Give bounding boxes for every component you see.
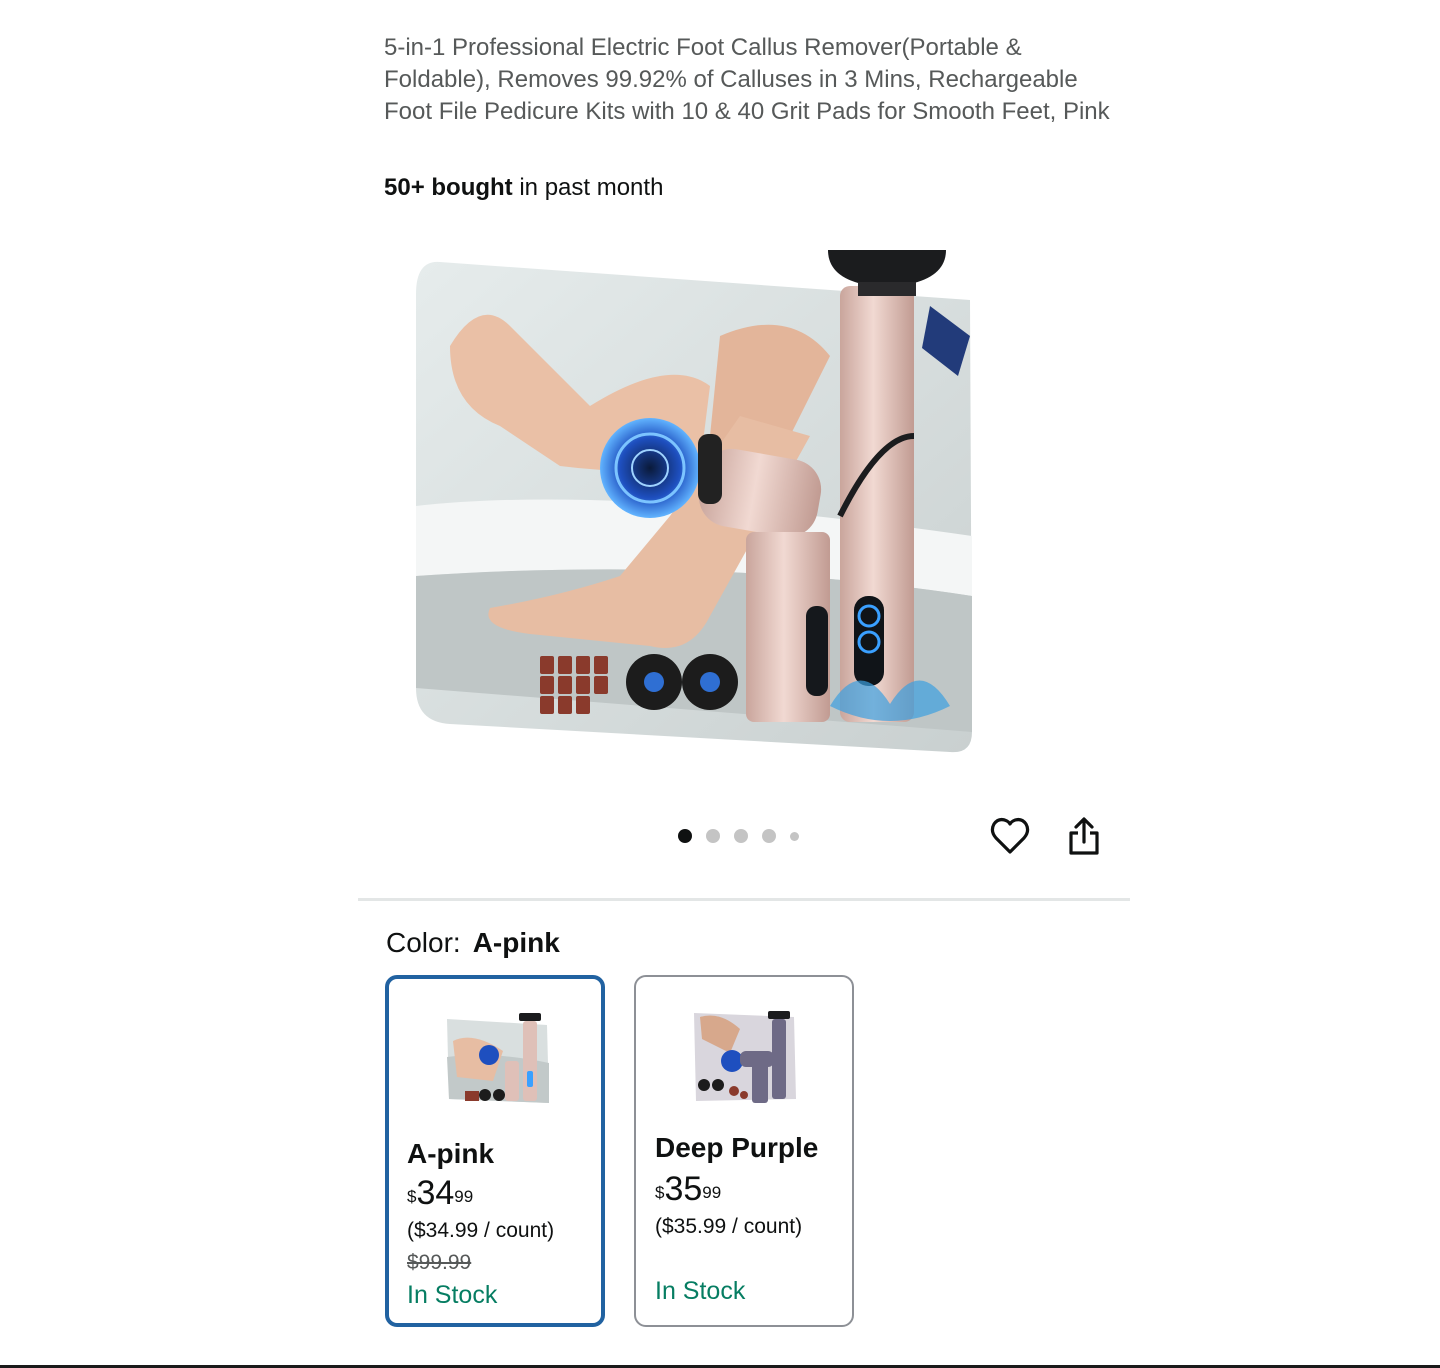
unit-price: ($34.99 / count): [407, 1219, 555, 1242]
section-divider: [358, 898, 1130, 901]
color-option-price: $3599: [655, 1169, 721, 1209]
list-price: $99.99: [407, 1251, 472, 1274]
price-fraction: 99: [454, 1187, 474, 1206]
price-whole: 34: [416, 1174, 455, 1212]
color-option-name: Deep Purple: [655, 1132, 819, 1163]
carousel-dot-1[interactable]: [678, 829, 692, 843]
stock-status: In Stock: [655, 1277, 746, 1305]
color-option-a-pink[interactable]: A-pink $3499 ($34.99 / count) $99.99 In …: [385, 975, 605, 1327]
wishlist-button[interactable]: [988, 814, 1032, 858]
heart-icon: [990, 817, 1030, 854]
price-symbol: $: [407, 1187, 417, 1206]
color-option-deep-purple[interactable]: Deep Purple $3599 ($35.99 / count) In St…: [634, 975, 854, 1327]
color-selector-header: Color: A-pink: [386, 926, 560, 960]
product-main-image[interactable]: [410, 236, 1000, 766]
carousel-dot-3[interactable]: [734, 829, 748, 843]
color-option-name: A-pink: [407, 1138, 495, 1169]
share-button[interactable]: [1062, 814, 1106, 858]
bought-count-suffix: in past month: [512, 174, 664, 201]
price-whole: 35: [664, 1170, 703, 1208]
carousel-dot-2[interactable]: [706, 829, 720, 843]
carousel-dot-4[interactable]: [762, 829, 776, 843]
bought-count-bold: 50+ bought: [384, 174, 513, 201]
unit-price: ($35.99 / count): [655, 1215, 803, 1238]
bought-count: 50+ bought in past month: [384, 172, 663, 204]
stock-status: In Stock: [407, 1281, 498, 1309]
price-symbol: $: [655, 1183, 665, 1202]
product-title: 5-in-1 Professional Electric Foot Callus…: [384, 34, 1110, 125]
price-fraction: 99: [702, 1183, 722, 1202]
color-option-price: $3499: [407, 1173, 473, 1213]
share-icon: [1069, 817, 1099, 855]
color-option-thumbnail: [694, 1011, 796, 1103]
carousel-indicator[interactable]: [678, 826, 799, 846]
color-option-thumbnail: [447, 1013, 549, 1103]
carousel-dot-5[interactable]: [790, 831, 799, 841]
selected-color-value: A-pink: [472, 927, 560, 958]
color-label: Color:: [386, 927, 461, 958]
